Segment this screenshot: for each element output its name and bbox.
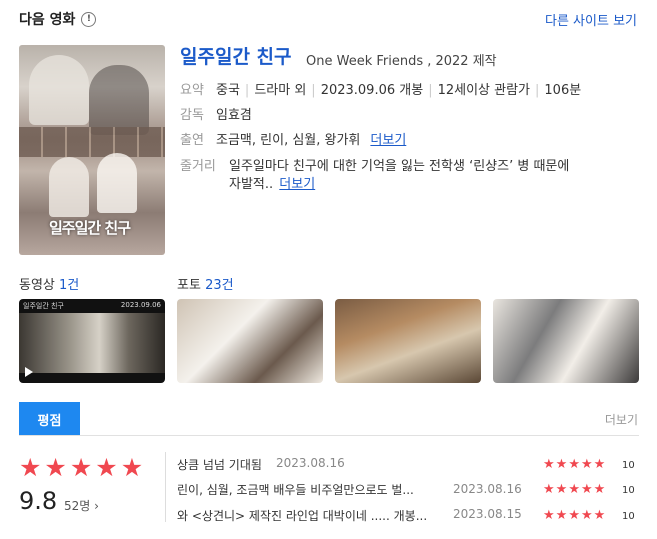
review-date: 2023.08.15 bbox=[453, 507, 522, 521]
poster-strip bbox=[19, 127, 165, 157]
divider bbox=[165, 452, 166, 522]
play-icon bbox=[25, 367, 33, 377]
section-title: 다음 영화 ! bbox=[19, 9, 97, 29]
director-label: 감독 bbox=[180, 108, 204, 123]
poster-figure bbox=[29, 55, 89, 125]
poster-figure bbox=[49, 157, 89, 217]
vote-count-link[interactable]: 52명 › bbox=[64, 497, 99, 514]
star-icon: ★ bbox=[95, 453, 118, 482]
director-link[interactable]: 임효겸 bbox=[216, 107, 252, 125]
review-stars: ★ ★ ★ ★ ★ bbox=[543, 458, 605, 471]
other-sites-link[interactable]: 다른 사이트 보기 bbox=[545, 10, 637, 29]
review-text[interactable]: 상큼 넘넘 기대됨 bbox=[177, 456, 262, 473]
plot-line-1: 일주일마다 친구에 대한 기억을 잃는 전학생 ‘린샹즈’ 병 때문에 bbox=[229, 159, 570, 174]
divider: | bbox=[244, 83, 250, 98]
cast-list[interactable]: 조금맥, 린이, 심월, 왕가휘 bbox=[216, 132, 360, 150]
video-thumbnail[interactable]: 일주일간 친구 2023.09.06 bbox=[19, 299, 165, 383]
divider: | bbox=[535, 83, 540, 98]
star-icon: ★ bbox=[555, 482, 568, 497]
photo-thumbnail-3[interactable] bbox=[493, 299, 639, 383]
video-section-label: 동영상 1건 bbox=[19, 274, 79, 293]
photo-thumbnail-1[interactable] bbox=[177, 299, 323, 383]
star-icon: ★ bbox=[593, 508, 606, 523]
star-icon: ★ bbox=[69, 453, 93, 482]
star-icon: ★ bbox=[19, 453, 42, 482]
plot-text: 일주일마다 친구에 대한 기억을 잃는 전학생 ‘린샹즈’ 병 때문에 자발적.… bbox=[229, 158, 569, 194]
photo-label: 포토 bbox=[177, 278, 201, 293]
info-icon[interactable]: ! bbox=[81, 11, 97, 27]
plot-row: 줄거리 일주일마다 친구에 대한 기억을 잃는 전학생 ‘린샹즈’ 병 때문에 … bbox=[180, 158, 569, 194]
plot-label: 줄거리 bbox=[180, 159, 216, 174]
summary-release: 2023.09.06 개봉 bbox=[320, 83, 424, 98]
poster-figure bbox=[97, 153, 137, 213]
star-icon: ★ bbox=[568, 508, 580, 523]
tab-rating[interactable]: 평점 bbox=[19, 402, 80, 436]
video-thumb-title: 일주일간 친구 bbox=[23, 302, 64, 310]
star-icon: ★ bbox=[120, 453, 144, 482]
star-icon: ★ bbox=[580, 457, 593, 472]
average-score: 9.8 bbox=[19, 487, 58, 515]
divider: | bbox=[311, 83, 316, 98]
star-icon: ★ bbox=[555, 508, 568, 523]
star-icon: ★ bbox=[44, 453, 67, 482]
photo-section-label: 포토 23건 bbox=[177, 274, 234, 293]
movie-english-title: One Week Friends , 2022 제작 bbox=[306, 54, 497, 69]
review-score: 10 bbox=[622, 511, 635, 522]
plot-more-link[interactable]: 더보기 bbox=[279, 177, 315, 192]
summary-label: 요약 bbox=[180, 83, 204, 98]
cast-more-link[interactable]: 더보기 bbox=[370, 132, 406, 150]
cast-row: 출연 조금맥, 린이, 심월, 왕가휘 더보기 bbox=[180, 132, 406, 150]
director-row: 감독 임효겸 bbox=[180, 107, 252, 125]
summary-runtime: 106분 bbox=[544, 83, 582, 98]
video-count-link[interactable]: 1건 bbox=[59, 278, 79, 293]
plot-line-2: 자발적.. bbox=[229, 177, 274, 192]
summary-rating: 12세이상 관람가 bbox=[437, 83, 531, 98]
star-icon: ★ bbox=[580, 508, 593, 523]
star-icon: ★ bbox=[568, 457, 580, 472]
review-stars: ★ ★ ★ ★ ★ bbox=[543, 483, 605, 496]
average-stars: ★ ★ ★ ★ ★ bbox=[19, 455, 143, 480]
star-icon: ★ bbox=[543, 508, 555, 523]
review-score: 10 bbox=[622, 460, 635, 471]
video-thumb-date: 2023.09.06 bbox=[120, 301, 161, 309]
star-icon: ★ bbox=[593, 457, 606, 472]
review-date: 2023.08.16 bbox=[453, 482, 522, 496]
video-frame bbox=[19, 313, 165, 373]
vote-count: 52명 bbox=[64, 499, 91, 513]
video-label: 동영상 bbox=[19, 278, 55, 293]
review-date: 2023.08.16 bbox=[276, 456, 345, 470]
chevron-right-icon: › bbox=[94, 499, 99, 513]
poster-title-text: 일주일간 친구 bbox=[49, 219, 131, 237]
rating-more-link[interactable]: 더보기 bbox=[605, 411, 638, 428]
photo-thumbnail-2[interactable] bbox=[335, 299, 481, 383]
summary-row: 요약 중국 | 드라마 외 | 2023.09.06 개봉 | 12세이상 관람가 | 106분 bbox=[180, 82, 581, 100]
tab-divider bbox=[19, 435, 639, 436]
poster-figure bbox=[89, 65, 149, 135]
movie-title-link[interactable]: 일주일간 친구 bbox=[180, 42, 292, 69]
cast-label: 출연 bbox=[180, 133, 204, 148]
summary-values: 중국 | 드라마 외 | 2023.09.06 개봉 | 12세이상 관람가 | 106분 bbox=[216, 82, 581, 100]
summary-country: 중국 bbox=[216, 83, 240, 98]
section-title-text: 다음 영화 bbox=[19, 12, 76, 28]
star-icon: ★ bbox=[593, 482, 606, 497]
photo-count-link[interactable]: 23건 bbox=[205, 278, 234, 293]
divider: | bbox=[428, 83, 433, 98]
star-icon: ★ bbox=[543, 482, 555, 497]
review-text[interactable]: 와 <상견니> 제작진 라인업 대박이네 ..... 개봉... bbox=[177, 507, 443, 524]
summary-genre: 드라마 외 bbox=[254, 83, 307, 98]
movie-poster[interactable]: 일주일간 친구 bbox=[19, 45, 165, 255]
star-icon: ★ bbox=[543, 457, 555, 472]
review-stars: ★ ★ ★ ★ ★ bbox=[543, 509, 605, 522]
star-icon: ★ bbox=[580, 482, 593, 497]
review-score: 10 bbox=[622, 485, 635, 496]
star-icon: ★ bbox=[568, 482, 580, 497]
star-icon: ★ bbox=[555, 457, 568, 472]
review-text[interactable]: 린이, 심월, 조금맥 배우들 비주얼만으로도 벌... bbox=[177, 481, 443, 498]
